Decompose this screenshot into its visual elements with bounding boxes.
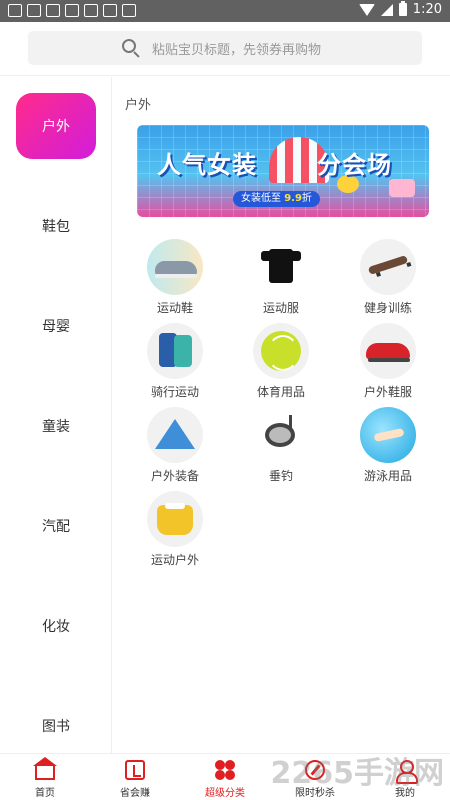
category-fitness[interactable]: 健身训练 <box>348 239 428 321</box>
category-swimming[interactable]: 游泳用品 <box>348 407 428 489</box>
category-outdoor-gear[interactable]: 户外装备 <box>135 407 215 489</box>
category-label: 体育用品 <box>256 385 305 399</box>
category-label: 骑行运动 <box>150 385 199 399</box>
category-sports-outdoor[interactable]: 运动户外 <box>135 491 215 573</box>
section-title: 户外 <box>125 98 152 113</box>
tab-super-category[interactable]: 超级分类 <box>180 754 270 800</box>
sidebar-item-label: 童装 <box>42 419 70 435</box>
sidebar-item-maternity[interactable]: 母婴 <box>0 293 111 359</box>
jacket-icon <box>147 323 203 379</box>
banner-title-right: 分会场 <box>317 151 392 179</box>
category-label: 运动鞋 <box>156 301 193 315</box>
tab-label: 省会赚 <box>120 788 150 799</box>
category-label: 运动服 <box>262 301 299 315</box>
category-label: 健身训练 <box>363 301 412 315</box>
category-sportswear[interactable]: 运动服 <box>241 239 321 321</box>
notification-icon <box>122 4 136 17</box>
wifi-icon <box>358 3 375 16</box>
notification-icon <box>84 4 98 17</box>
sidebar-item-label: 户外 <box>42 119 70 135</box>
sidebar-item-label: 鞋包 <box>42 219 70 235</box>
sidebar-item-cosmetics[interactable]: 化妆 <box>0 593 111 659</box>
tent-icon <box>147 407 203 463</box>
status-bar: 1:20 <box>0 0 450 22</box>
battery-icon <box>398 1 407 16</box>
banner-title: 人气女装 分会场 <box>157 145 392 180</box>
sidebar-item-label: 化妆 <box>42 619 70 635</box>
clock-time: 1:20 <box>412 2 442 17</box>
category-running-shoes[interactable]: 运动鞋 <box>135 239 215 321</box>
sidebar-item-books[interactable]: 图书 <box>0 693 111 753</box>
category-label: 游泳用品 <box>363 469 412 483</box>
blouse-icon <box>147 491 203 547</box>
search-icon <box>122 39 140 58</box>
rebate-icon <box>125 760 145 780</box>
notification-icons <box>8 4 136 17</box>
category-cycling[interactable]: 骑行运动 <box>135 323 215 405</box>
notification-icon <box>46 4 60 17</box>
tab-save-earn[interactable]: 省会赚 <box>90 754 180 800</box>
tshirt-icon <box>253 239 309 295</box>
fishing-reel-icon <box>253 407 309 463</box>
swimming-icon <box>360 407 416 463</box>
category-label: 运动户外 <box>150 553 199 567</box>
promo-banner[interactable]: 人气女装 分会场 女装低至 9.9折 <box>137 125 429 217</box>
sneaker-icon <box>360 323 416 379</box>
sidebar-item-label: 汽配 <box>42 519 70 535</box>
clover-icon <box>215 760 235 780</box>
category-content: 户外 人气女装 分会场 女装低至 9.9折 运动鞋 运动服 健身训练 骑行运动 体… <box>113 77 450 753</box>
signal-icon <box>380 3 393 16</box>
tab-label: 首页 <box>35 788 55 799</box>
notification-icon <box>8 4 22 17</box>
category-sports-goods[interactable]: 体育用品 <box>241 323 321 405</box>
home-icon <box>33 757 57 780</box>
category-sidebar: 户外 鞋包 母婴 童装 汽配 化妆 图书 <box>0 77 112 753</box>
sidebar-item-auto-parts[interactable]: 汽配 <box>0 493 111 559</box>
search-input[interactable]: 粘贴宝贝标题，先领券再购物 <box>28 31 422 65</box>
tennis-ball-icon <box>253 323 309 379</box>
banner-tag-value: 9.9 <box>284 193 302 204</box>
sidebar-item-shoes-bags[interactable]: 鞋包 <box>0 193 111 259</box>
notification-icon <box>103 4 117 17</box>
tab-label: 超级分类 <box>205 788 245 799</box>
category-label: 户外鞋服 <box>363 385 412 399</box>
banner-tag-suffix: 折 <box>301 193 312 204</box>
tab-home[interactable]: 首页 <box>0 754 90 800</box>
banner-tag-prefix: 女装低至 <box>241 193 281 204</box>
sidebar-item-kids-clothing[interactable]: 童装 <box>0 393 111 459</box>
search-header: 粘贴宝贝标题，先领券再购物 <box>0 22 450 76</box>
notification-icon <box>27 4 41 17</box>
sidebar-item-label: 图书 <box>42 719 70 735</box>
notification-icon <box>65 4 79 17</box>
banner-title-left: 人气女装 <box>157 151 257 179</box>
category-fishing[interactable]: 垂钓 <box>241 407 321 489</box>
skateboard-icon <box>360 239 416 295</box>
running-shoe-icon <box>147 239 203 295</box>
banner-discount-tag: 女装低至 9.9折 <box>233 191 320 207</box>
sidebar-item-outdoor[interactable]: 户外 <box>16 93 96 159</box>
handbag-image <box>389 179 415 197</box>
site-watermark: 2265手游网 <box>270 756 445 791</box>
search-placeholder: 粘贴宝贝标题，先领券再购物 <box>152 42 322 58</box>
sidebar-item-label: 母婴 <box>42 319 70 335</box>
category-outdoor-apparel[interactable]: 户外鞋服 <box>348 323 428 405</box>
category-label: 户外装备 <box>150 469 199 483</box>
category-label: 垂钓 <box>268 469 293 483</box>
